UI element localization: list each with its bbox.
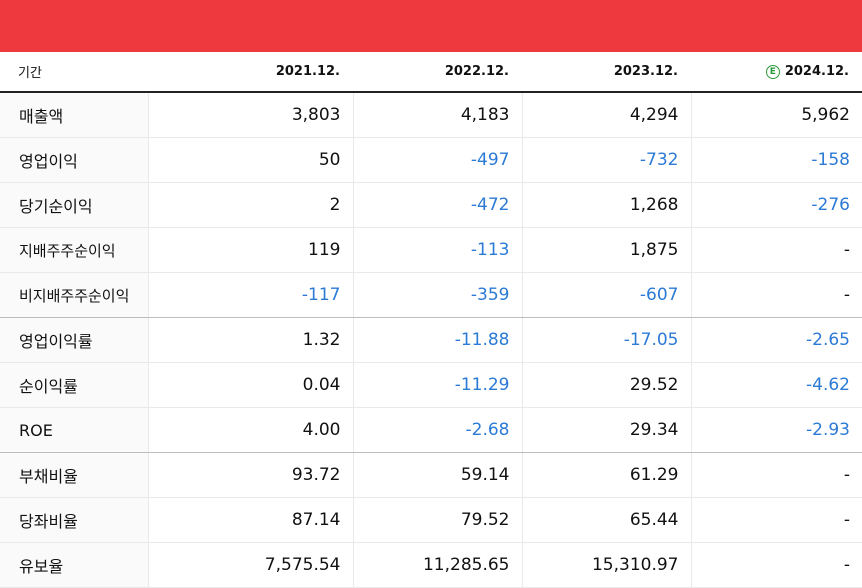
table-cell: -732 bbox=[522, 137, 692, 183]
table-cell: - bbox=[691, 227, 862, 273]
table-cell: 4,294 bbox=[522, 92, 692, 138]
table-cell: 3,803 bbox=[148, 92, 354, 138]
period-header-2023[interactable]: 2023.12. bbox=[522, 52, 691, 93]
table-cell: 61.29 bbox=[522, 452, 692, 498]
table-cell: 5,962 bbox=[691, 92, 862, 138]
table-row: 당기순이익 2 -472 1,268 -276 bbox=[0, 182, 862, 228]
table-cell: 29.34 bbox=[522, 407, 692, 453]
table-cell: 65.44 bbox=[522, 497, 692, 543]
table-cell: - bbox=[691, 542, 862, 588]
table-cell: -4.62 bbox=[691, 362, 862, 408]
table-row: 유보율 7,575.54 11,285.65 15,310.97- bbox=[0, 542, 862, 588]
estimate-icon: E bbox=[765, 65, 780, 79]
table-cell: -2.93 bbox=[691, 407, 862, 453]
row-label: 유보율 bbox=[0, 542, 149, 588]
table-cell: 119 bbox=[148, 227, 354, 273]
table-cell: 0.04 bbox=[148, 362, 354, 408]
table-cell: -607 bbox=[522, 272, 692, 318]
brand-header-bar bbox=[0, 0, 862, 52]
table-cell: -17.05 bbox=[522, 317, 692, 363]
row-label: 지배주주순이익 bbox=[0, 227, 149, 273]
table-row: 영업이익률 1.32 -11.88 -17.05 -2.65 bbox=[0, 317, 862, 363]
table-cell: 93.72 bbox=[148, 452, 354, 498]
period-header-2021[interactable]: 2021.12. bbox=[148, 52, 353, 93]
table-row: 지배주주순이익 119 -113 1,875- bbox=[0, 227, 862, 273]
table-row: 순이익률 0.04 -11.29 29.52 -4.62 bbox=[0, 362, 862, 408]
table-cell: 59.14 bbox=[353, 452, 523, 498]
row-label: 비지배주주순이익 bbox=[0, 272, 149, 318]
table-cell: 1.32 bbox=[148, 317, 354, 363]
row-label: 당기순이익 bbox=[0, 182, 149, 228]
table-row: ROE 4.00 -2.68 29.34 -2.93 bbox=[0, 407, 862, 453]
table-cell: - bbox=[691, 497, 862, 543]
table-cell: - bbox=[691, 452, 862, 498]
table-row: 당좌비율 87.14 79.52 65.44- bbox=[0, 497, 862, 543]
table-row: 매출액 3,803 4,183 4,294 5,962 bbox=[0, 92, 862, 138]
row-label: 부채비율 bbox=[0, 452, 149, 498]
financial-summary-table: 기간 2021.12. 2022.12. 2023.12. E 2024.12. … bbox=[0, 52, 862, 588]
table-cell: -497 bbox=[353, 137, 523, 183]
table-cell: 7,575.54 bbox=[148, 542, 354, 588]
table-cell: -158 bbox=[691, 137, 862, 183]
table-cell: 50 bbox=[148, 137, 354, 183]
period-header-2022[interactable]: 2022.12. bbox=[353, 52, 522, 93]
period-header-2024-label: 2024.12. bbox=[784, 64, 849, 79]
row-label: 영업이익 bbox=[0, 137, 149, 183]
table-cell: -2.68 bbox=[353, 407, 523, 453]
table-cell: 2 bbox=[148, 182, 354, 228]
table-cell: -359 bbox=[353, 272, 523, 318]
row-label: 매출액 bbox=[0, 92, 149, 138]
table-cell: 4.00 bbox=[148, 407, 354, 453]
row-label: 당좌비율 bbox=[0, 497, 149, 543]
table-cell: 1,268 bbox=[522, 182, 692, 228]
row-label: 순이익률 bbox=[0, 362, 149, 408]
table-cell: -2.65 bbox=[691, 317, 862, 363]
table-cell: 4,183 bbox=[353, 92, 523, 138]
table-cell: -113 bbox=[353, 227, 523, 273]
table-cell: 1,875 bbox=[522, 227, 692, 273]
table-row: 비지배주주순이익 -117 -359 -607- bbox=[0, 272, 862, 318]
table-cell: 11,285.65 bbox=[353, 542, 523, 588]
row-label: 영업이익률 bbox=[0, 317, 149, 363]
table-cell: 79.52 bbox=[353, 497, 523, 543]
table-cell: -117 bbox=[148, 272, 354, 318]
period-header-label: 기간 bbox=[0, 52, 148, 93]
table-cell: 87.14 bbox=[148, 497, 354, 543]
table-cell: -472 bbox=[353, 182, 523, 228]
row-label: ROE bbox=[0, 407, 149, 453]
table-cell: 29.52 bbox=[522, 362, 692, 408]
table-row: 부채비율 93.72 59.14 61.29- bbox=[0, 452, 862, 498]
table-cell: -11.29 bbox=[353, 362, 523, 408]
table-cell: -276 bbox=[691, 182, 862, 228]
table-cell: -11.88 bbox=[353, 317, 523, 363]
table-row: 영업이익 50 -497 -732 -158 bbox=[0, 137, 862, 183]
period-header-2024[interactable]: E 2024.12. bbox=[691, 52, 862, 93]
table-header-row: 기간 2021.12. 2022.12. 2023.12. E 2024.12. bbox=[0, 52, 862, 93]
table-cell: - bbox=[691, 272, 862, 318]
table-cell: 15,310.97 bbox=[522, 542, 692, 588]
